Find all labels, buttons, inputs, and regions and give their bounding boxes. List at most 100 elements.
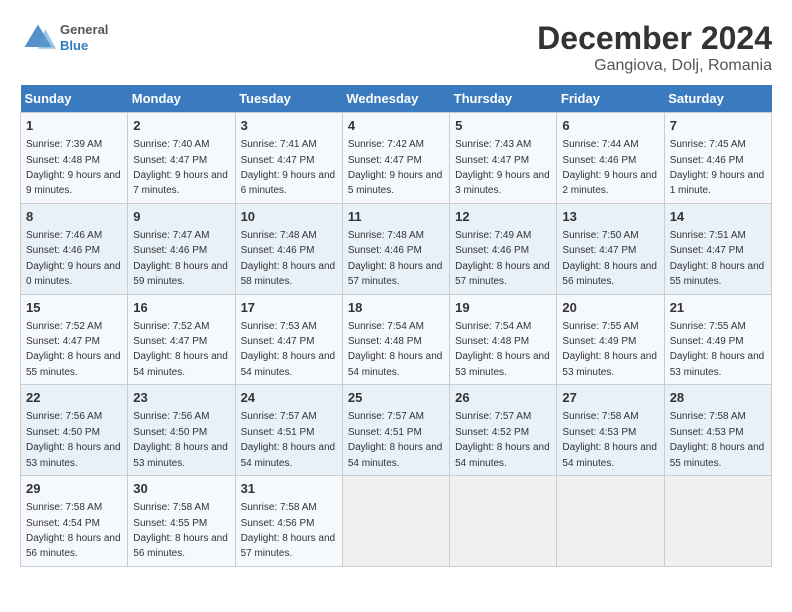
day-number: 20 — [562, 299, 658, 317]
calendar-cell: 21Sunrise: 7:55 AMSunset: 4:49 PMDayligh… — [664, 294, 771, 385]
day-number: 4 — [348, 117, 444, 135]
calendar-cell: 31 Sunrise: 7:58 AMSunset: 4:56 PMDayligh… — [235, 476, 342, 567]
calendar-header-row: SundayMondayTuesdayWednesdayThursdayFrid… — [21, 85, 772, 113]
day-number: 22 — [26, 389, 122, 407]
day-info: Sunrise: 7:51 AMSunset: 4:47 PMDaylight:… — [670, 230, 765, 287]
day-number: 25 — [348, 389, 444, 407]
calendar-cell: 23 Sunrise: 7:56 AMSunset: 4:50 PMDayligh… — [128, 385, 235, 476]
day-number: 30 — [133, 480, 229, 498]
day-number: 31 — [241, 480, 337, 498]
header-thursday: Thursday — [450, 85, 557, 113]
day-info: Sunrise: 7:47 AMSunset: 4:46 PMDaylight:… — [133, 230, 228, 287]
day-info: Sunrise: 7:46 AMSunset: 4:46 PMDaylight:… — [26, 230, 121, 287]
day-number: 5 — [455, 117, 551, 135]
day-info: Sunrise: 7:58 AMSunset: 4:54 PMDaylight:… — [26, 502, 121, 559]
calendar-cell: 9 Sunrise: 7:47 AMSunset: 4:46 PMDaylight… — [128, 203, 235, 294]
day-info: Sunrise: 7:53 AMSunset: 4:47 PMDaylight:… — [241, 321, 336, 378]
calendar-cell: 22 Sunrise: 7:56 AMSunset: 4:50 PMDayligh… — [21, 385, 128, 476]
day-info: Sunrise: 7:56 AMSunset: 4:50 PMDaylight:… — [133, 411, 228, 468]
calendar-cell: 7 Sunrise: 7:45 AMSunset: 4:46 PMDaylight… — [664, 113, 771, 204]
calendar-cell: 5 Sunrise: 7:43 AMSunset: 4:47 PMDaylight… — [450, 113, 557, 204]
calendar-cell: 25 Sunrise: 7:57 AMSunset: 4:51 PMDayligh… — [342, 385, 449, 476]
calendar-cell: 3 Sunrise: 7:41 AMSunset: 4:47 PMDaylight… — [235, 113, 342, 204]
calendar-table: SundayMondayTuesdayWednesdayThursdayFrid… — [20, 85, 772, 567]
calendar-cell: 16 Sunrise: 7:52 AMSunset: 4:47 PMDayligh… — [128, 294, 235, 385]
day-info: Sunrise: 7:57 AMSunset: 4:51 PMDaylight:… — [241, 411, 336, 468]
day-info: Sunrise: 7:50 AMSunset: 4:47 PMDaylight:… — [562, 230, 657, 287]
calendar-cell: 26Sunrise: 7:57 AMSunset: 4:52 PMDayligh… — [450, 385, 557, 476]
calendar-cell: 11Sunrise: 7:48 AMSunset: 4:46 PMDayligh… — [342, 203, 449, 294]
day-number: 26 — [455, 389, 551, 407]
day-number: 17 — [241, 299, 337, 317]
day-info: Sunrise: 7:58 AMSunset: 4:53 PMDaylight:… — [562, 411, 657, 468]
calendar-cell — [450, 476, 557, 567]
calendar-week-row: 22 Sunrise: 7:56 AMSunset: 4:50 PMDayligh… — [21, 385, 772, 476]
page-title: December 2024 — [537, 20, 772, 57]
day-number: 18 — [348, 299, 444, 317]
calendar-cell: 12Sunrise: 7:49 AMSunset: 4:46 PMDayligh… — [450, 203, 557, 294]
calendar-cell: 24 Sunrise: 7:57 AMSunset: 4:51 PMDayligh… — [235, 385, 342, 476]
day-info: Sunrise: 7:52 AMSunset: 4:47 PMDaylight:… — [133, 321, 228, 378]
page-header: General Blue December 2024 Gangiova, Dol… — [20, 20, 772, 75]
day-number: 27 — [562, 389, 658, 407]
day-number: 7 — [670, 117, 766, 135]
calendar-week-row: 1Sunrise: 7:39 AMSunset: 4:48 PMDaylight… — [21, 113, 772, 204]
day-info: Sunrise: 7:58 AMSunset: 4:56 PMDaylight:… — [241, 502, 336, 559]
calendar-cell: 10 Sunrise: 7:48 AMSunset: 4:46 PMDayligh… — [235, 203, 342, 294]
page-subtitle: Gangiova, Dolj, Romania — [537, 57, 772, 75]
day-info: Sunrise: 7:43 AMSunset: 4:47 PMDaylight:… — [455, 139, 550, 196]
day-info: Sunrise: 7:40 AMSunset: 4:47 PMDaylight:… — [133, 139, 228, 196]
day-info: Sunrise: 7:58 AMSunset: 4:55 PMDaylight:… — [133, 502, 228, 559]
header-sunday: Sunday — [21, 85, 128, 113]
header-friday: Friday — [557, 85, 664, 113]
logo-line2: Blue — [60, 38, 108, 54]
calendar-cell: 19Sunrise: 7:54 AMSunset: 4:48 PMDayligh… — [450, 294, 557, 385]
day-info: Sunrise: 7:48 AMSunset: 4:46 PMDaylight:… — [348, 230, 443, 287]
header-wednesday: Wednesday — [342, 85, 449, 113]
logo-text: General Blue — [60, 22, 108, 53]
day-info: Sunrise: 7:45 AMSunset: 4:46 PMDaylight:… — [670, 139, 765, 196]
day-number: 14 — [670, 208, 766, 226]
day-info: Sunrise: 7:55 AMSunset: 4:49 PMDaylight:… — [670, 321, 765, 378]
header-tuesday: Tuesday — [235, 85, 342, 113]
day-info: Sunrise: 7:57 AMSunset: 4:51 PMDaylight:… — [348, 411, 443, 468]
day-info: Sunrise: 7:41 AMSunset: 4:47 PMDaylight:… — [241, 139, 336, 196]
calendar-cell: 17 Sunrise: 7:53 AMSunset: 4:47 PMDayligh… — [235, 294, 342, 385]
calendar-cell: 30 Sunrise: 7:58 AMSunset: 4:55 PMDayligh… — [128, 476, 235, 567]
calendar-cell: 13Sunrise: 7:50 AMSunset: 4:47 PMDayligh… — [557, 203, 664, 294]
calendar-cell: 14 Sunrise: 7:51 AMSunset: 4:47 PMDayligh… — [664, 203, 771, 294]
calendar-week-row: 15 Sunrise: 7:52 AMSunset: 4:47 PMDayligh… — [21, 294, 772, 385]
calendar-cell — [557, 476, 664, 567]
calendar-week-row: 29 Sunrise: 7:58 AMSunset: 4:54 PMDayligh… — [21, 476, 772, 567]
calendar-cell — [664, 476, 771, 567]
day-number: 23 — [133, 389, 229, 407]
calendar-cell: 29 Sunrise: 7:58 AMSunset: 4:54 PMDayligh… — [21, 476, 128, 567]
day-number: 3 — [241, 117, 337, 135]
day-number: 24 — [241, 389, 337, 407]
calendar-cell: 28Sunrise: 7:58 AMSunset: 4:53 PMDayligh… — [664, 385, 771, 476]
day-info: Sunrise: 7:42 AMSunset: 4:47 PMDaylight:… — [348, 139, 443, 196]
calendar-cell: 6 Sunrise: 7:44 AMSunset: 4:46 PMDaylight… — [557, 113, 664, 204]
day-number: 29 — [26, 480, 122, 498]
calendar-cell — [342, 476, 449, 567]
day-info: Sunrise: 7:56 AMSunset: 4:50 PMDaylight:… — [26, 411, 121, 468]
day-number: 9 — [133, 208, 229, 226]
day-number: 1 — [26, 117, 122, 135]
day-info: Sunrise: 7:54 AMSunset: 4:48 PMDaylight:… — [348, 321, 443, 378]
day-info: Sunrise: 7:44 AMSunset: 4:46 PMDaylight:… — [562, 139, 657, 196]
day-info: Sunrise: 7:48 AMSunset: 4:46 PMDaylight:… — [241, 230, 336, 287]
day-number: 19 — [455, 299, 551, 317]
calendar-cell: 8Sunrise: 7:46 AMSunset: 4:46 PMDaylight… — [21, 203, 128, 294]
day-info: Sunrise: 7:58 AMSunset: 4:53 PMDaylight:… — [670, 411, 765, 468]
day-number: 10 — [241, 208, 337, 226]
calendar-cell: 27 Sunrise: 7:58 AMSunset: 4:53 PMDayligh… — [557, 385, 664, 476]
calendar-cell: 4 Sunrise: 7:42 AMSunset: 4:47 PMDaylight… — [342, 113, 449, 204]
day-number: 6 — [562, 117, 658, 135]
day-number: 16 — [133, 299, 229, 317]
title-block: December 2024 Gangiova, Dolj, Romania — [537, 20, 772, 75]
calendar-cell: 15Sunrise: 7:52 AMSunset: 4:47 PMDayligh… — [21, 294, 128, 385]
day-number: 2 — [133, 117, 229, 135]
day-number: 15 — [26, 299, 122, 317]
calendar-cell: 2 Sunrise: 7:40 AMSunset: 4:47 PMDaylight… — [128, 113, 235, 204]
header-monday: Monday — [128, 85, 235, 113]
